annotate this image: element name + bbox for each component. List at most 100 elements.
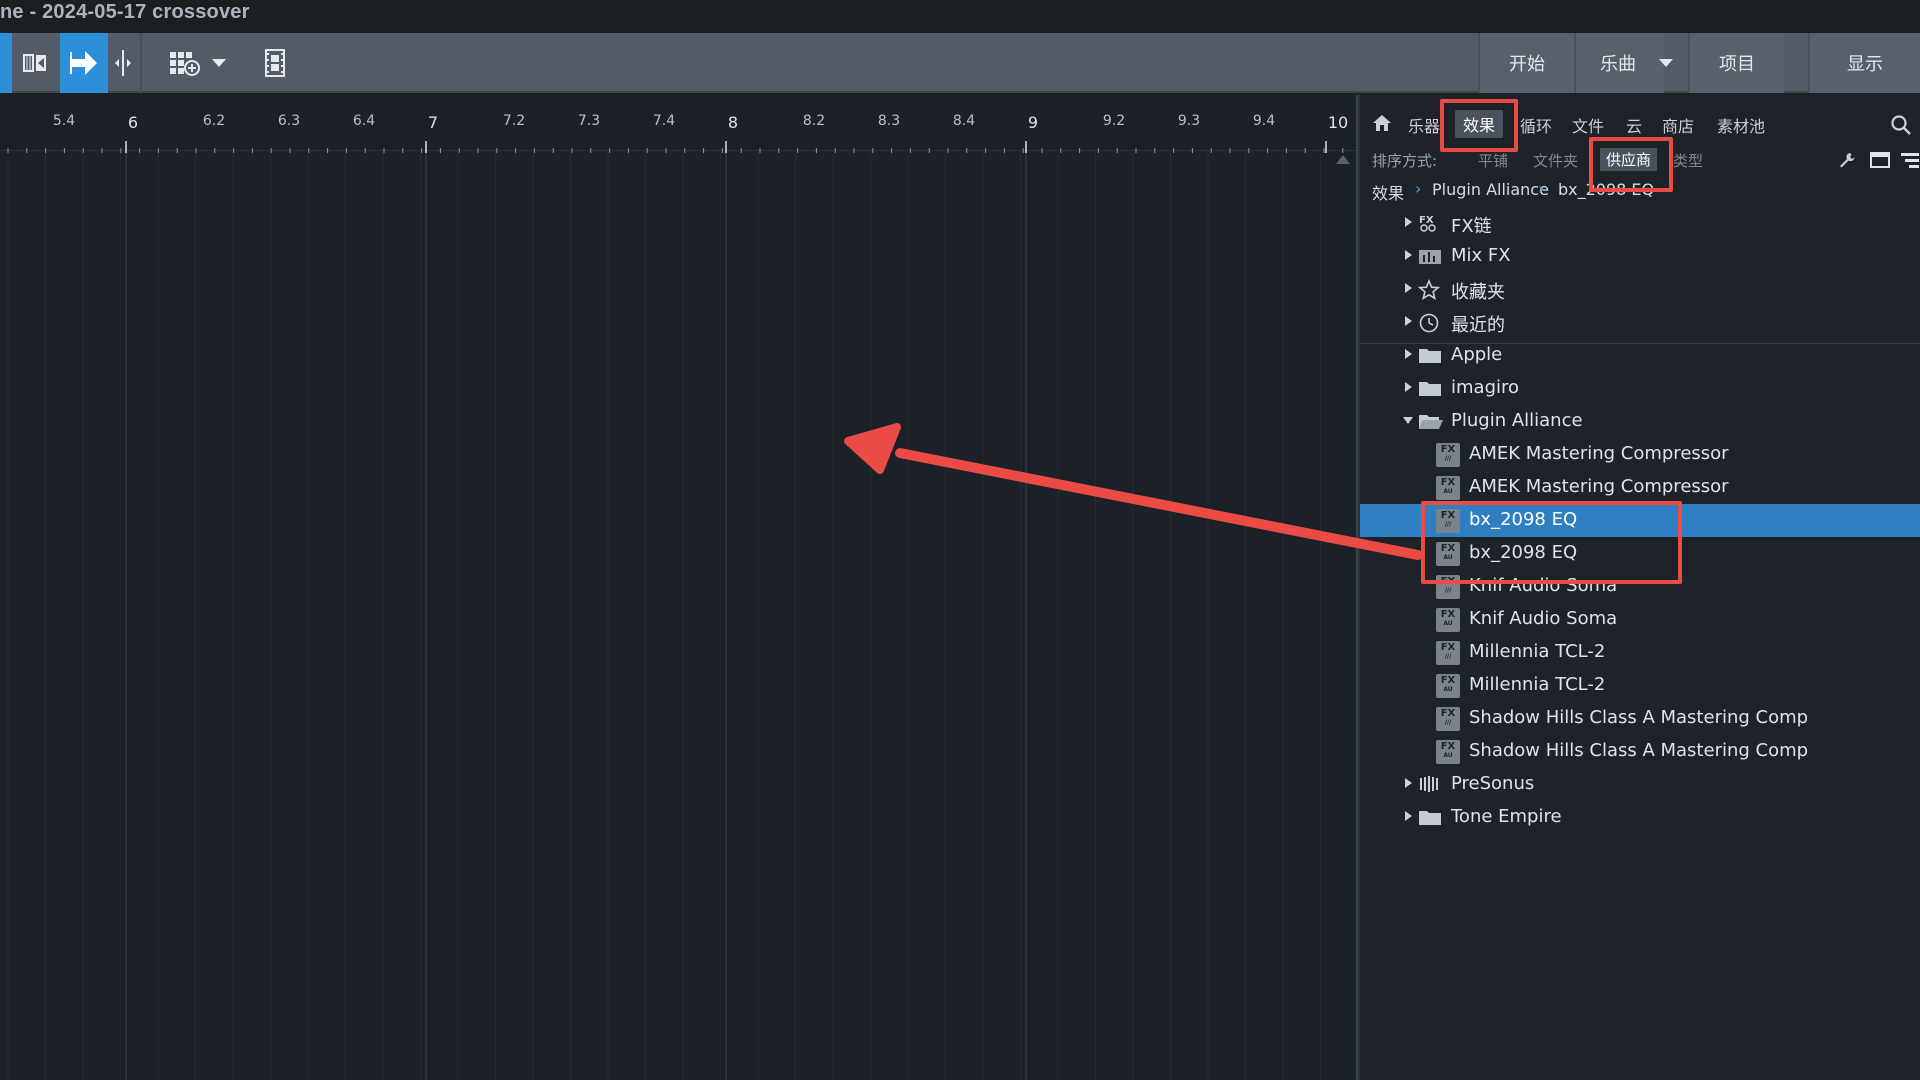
plugin-label: Knif Audio Soma <box>1469 608 1618 629</box>
collapsed-arrow-icon[interactable] <box>1405 382 1412 392</box>
toolbar-edge-button[interactable] <box>0 33 12 93</box>
fx-plugin-icon: FX AU <box>1436 476 1460 500</box>
plugin-row[interactable]: FX AU AMEK Mastering Compressor <box>1360 471 1920 504</box>
tree-folder-row[interactable]: imagiro <box>1360 372 1920 405</box>
tree-item-label: Tone Empire <box>1451 806 1562 827</box>
plugin-row[interactable]: FX AU Shadow Hills Class A Mastering Comp <box>1360 735 1920 768</box>
ruler-label: 6.3 <box>277 113 301 129</box>
scroll-up-icon[interactable] <box>1336 155 1350 164</box>
tab-files[interactable]: 文件 <box>1572 113 1604 137</box>
fx-plugin-icon: FX AU <box>1436 740 1460 764</box>
fx-plugin-icon: FX/// <box>1436 641 1460 665</box>
fx-plugin-icon: FX/// <box>1436 707 1460 731</box>
breadcrumb-separator-icon: › <box>1415 179 1422 198</box>
arrangement-timeline[interactable]: 5.4 6 6.2 6.3 6.4 7 7.2 7.3 7.4 8 8.2 8.3 8.4 9 9.2 9.3… <box>0 95 1356 1080</box>
presonus-icon <box>1418 774 1442 798</box>
collapsed-arrow-icon[interactable] <box>1405 316 1412 326</box>
ruler-label: 8.3 <box>877 113 901 129</box>
collapsed-arrow-icon[interactable] <box>1405 250 1412 260</box>
star-icon <box>1417 278 1441 305</box>
fx-plugin-icon: FX/// <box>1436 443 1460 467</box>
plugin-row[interactable]: FX/// AMEK Mastering Compressor <box>1360 438 1920 471</box>
tab-cloud[interactable]: 云 <box>1626 113 1642 137</box>
chevron-down-icon <box>1659 59 1673 67</box>
ruler-label: 7 <box>427 113 439 132</box>
ruler-label: 9 <box>1027 113 1039 132</box>
search-icon[interactable] <box>1890 114 1912 140</box>
ruler-label: 7.4 <box>652 113 676 129</box>
collapsed-arrow-icon[interactable] <box>1405 778 1412 788</box>
plugin-label: Millennia TCL-2 <box>1469 674 1606 695</box>
breadcrumb-item[interactable]: Plugin Alliance <box>1432 180 1549 199</box>
ruler-label: 7.3 <box>577 113 601 129</box>
loop-tool-button[interactable] <box>14 33 56 93</box>
folder-icon <box>1418 378 1442 402</box>
tree-item-label: 最近的 <box>1451 315 1505 336</box>
tab-loops[interactable]: 循环 <box>1520 113 1552 137</box>
wrench-icon[interactable] <box>1838 151 1856 173</box>
ruler-label: 8.4 <box>952 113 976 129</box>
sort-folder[interactable]: 文件夹 <box>1533 150 1578 171</box>
film-bracket-icon <box>23 54 46 72</box>
plugin-label: Millennia TCL-2 <box>1469 641 1606 662</box>
video-tool-button[interactable] <box>258 33 292 93</box>
tab-shop[interactable]: 商店 <box>1662 113 1694 137</box>
plugin-label: AMEK Mastering Compressor <box>1469 476 1729 497</box>
collapsed-arrow-icon[interactable] <box>1405 349 1412 359</box>
arrow-right-icon <box>70 51 97 75</box>
expanded-arrow-icon[interactable] <box>1403 417 1413 424</box>
collapsed-arrow-icon[interactable] <box>1405 811 1412 821</box>
tree-separator <box>1360 343 1920 344</box>
timeline-ruler[interactable]: 5.4 6 6.2 6.3 6.4 7 7.2 7.3 7.4 8 8.2 8.3 8.4 9 9.2 9.3… <box>0 103 1356 153</box>
tab-instruments[interactable]: 乐器 <box>1408 113 1440 137</box>
ruler-label: 9.3 <box>1177 113 1201 129</box>
tree-folder-row[interactable]: Plugin Alliance <box>1360 405 1920 438</box>
tree-item-label: imagiro <box>1451 377 1520 398</box>
grid-dropdown-button[interactable] <box>208 33 230 93</box>
folder-icon <box>1418 807 1442 831</box>
folder-open-icon <box>1418 411 1444 435</box>
split-cursor-icon <box>115 50 131 76</box>
plugin-row[interactable]: FX AU Millennia TCL-2 <box>1360 669 1920 702</box>
plugin-row[interactable]: FX/// Millennia TCL-2 <box>1360 636 1920 669</box>
tree-folder-row[interactable]: PreSonus <box>1360 768 1920 801</box>
tree-folder-row[interactable]: 最近的 <box>1360 306 1920 339</box>
plugin-row[interactable]: FX AU Knif Audio Soma <box>1360 603 1920 636</box>
film-icon <box>265 49 285 77</box>
tree-folder-row[interactable]: FX FX链 <box>1360 207 1920 240</box>
start-button[interactable]: 开始 <box>1478 33 1574 93</box>
ruler-label: 6.4 <box>352 113 376 129</box>
split-tool-button[interactable] <box>108 33 138 93</box>
breadcrumb-item[interactable]: 效果 <box>1372 180 1404 204</box>
home-icon[interactable] <box>1372 114 1392 136</box>
clock-icon <box>1418 312 1440 338</box>
grid-add-button[interactable] <box>160 33 208 93</box>
song-button-label: 乐曲 <box>1600 54 1636 75</box>
sort-flat[interactable]: 平铺 <box>1478 150 1508 171</box>
collapsed-arrow-icon[interactable] <box>1405 283 1412 293</box>
highlight-vendor-sort <box>1589 137 1673 192</box>
browser-panel: 乐器 效果 循环 文件 云 商店 素材池 排序方式: 平铺 文件夹 供应商 类型… <box>1360 95 1920 1080</box>
toolbar-separator <box>140 33 142 93</box>
arrow-tool-button[interactable] <box>60 33 108 93</box>
plugin-label: Shadow Hills Class A Mastering Comp <box>1469 740 1809 761</box>
plugin-row[interactable]: FX/// Shadow Hills Class A Mastering Comp <box>1360 702 1920 735</box>
tree-folder-row[interactable]: Tone Empire <box>1360 801 1920 834</box>
fx-chain-icon: FX <box>1418 213 1440 237</box>
breadcrumb-separator-icon: › <box>1538 179 1545 198</box>
show-button[interactable]: 显示 <box>1808 33 1920 93</box>
song-dropdown-button[interactable] <box>1644 33 1688 93</box>
tab-pool[interactable]: 素材池 <box>1717 113 1765 137</box>
sort-type[interactable]: 类型 <box>1673 150 1703 171</box>
collapsed-arrow-icon[interactable] <box>1405 217 1412 227</box>
window-title: ne - 2024-05-17 crossover <box>0 1 250 23</box>
ruler-label: 6 <box>127 113 139 132</box>
list-view-icon[interactable] <box>1900 151 1920 173</box>
grid-plus-icon <box>170 52 200 76</box>
plugin-label: AMEK Mastering Compressor <box>1469 443 1729 464</box>
tree-folder-row[interactable]: Mix FX <box>1360 240 1920 273</box>
window-icon[interactable] <box>1870 151 1890 173</box>
chevron-down-icon <box>212 59 226 67</box>
project-button[interactable]: 项目 <box>1688 33 1784 93</box>
tree-folder-row[interactable]: 收藏夹 <box>1360 273 1920 306</box>
